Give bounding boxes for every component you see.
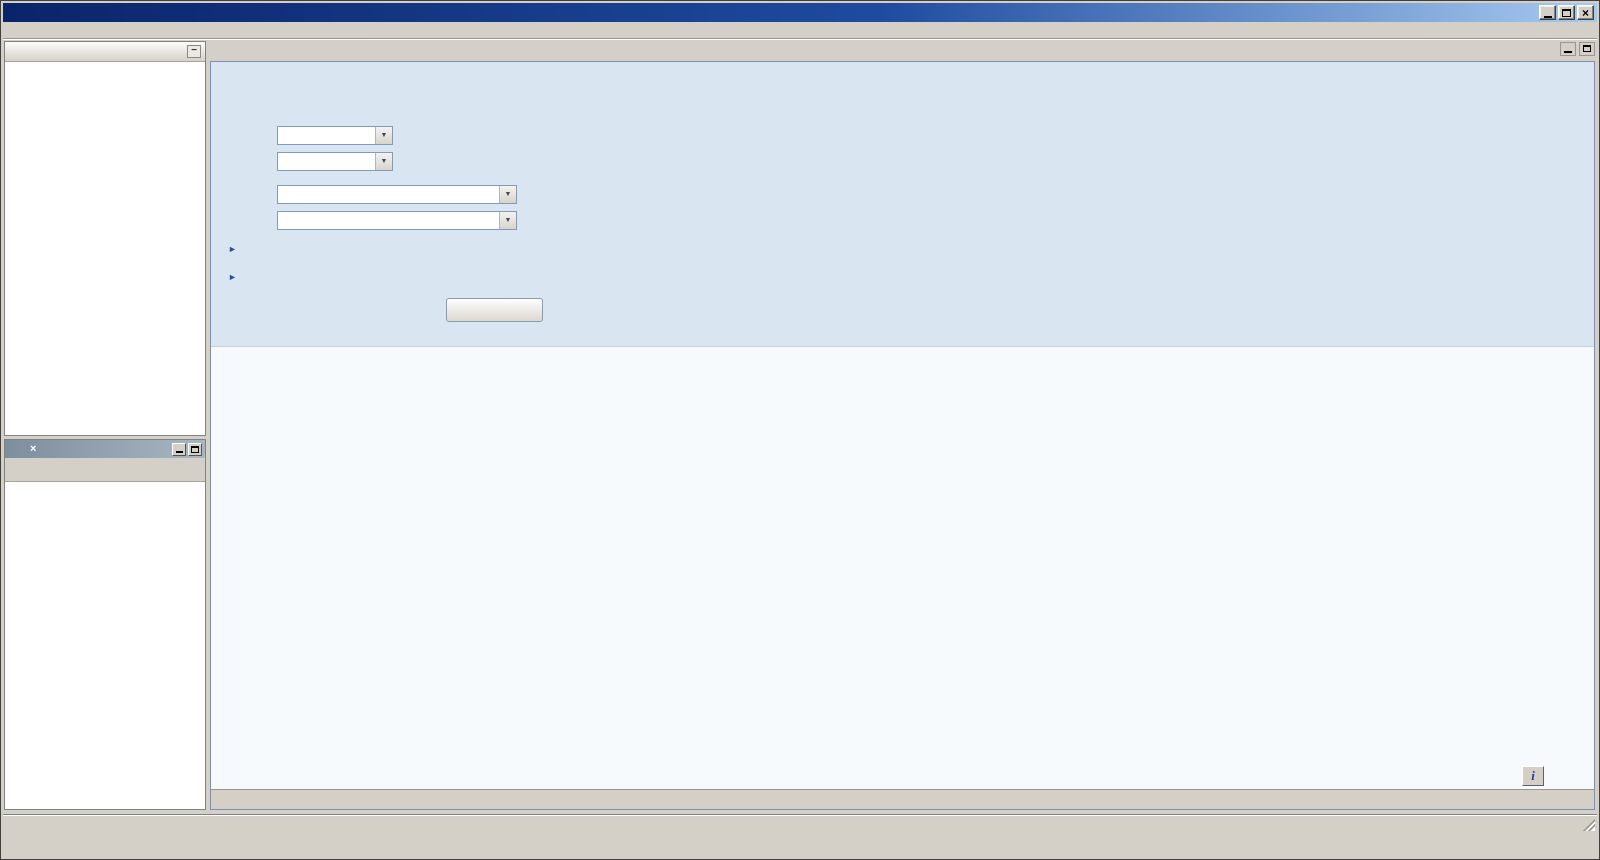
chevron-down-icon[interactable]: ▼ xyxy=(499,186,516,203)
booking-totals xyxy=(5,802,205,809)
mdi-minimize-button[interactable] xyxy=(1560,41,1576,56)
search-icon xyxy=(484,303,499,318)
car-icon xyxy=(225,73,281,107)
resize-grip[interactable] xyxy=(1583,819,1595,831)
page-header xyxy=(211,62,1594,118)
menubar xyxy=(3,22,1597,39)
chevron-down-icon[interactable]: ▼ xyxy=(499,212,516,229)
minimize-icon xyxy=(175,451,183,453)
minimize-icon xyxy=(1543,15,1552,18)
statusbar xyxy=(3,814,1597,834)
chevron-right-icon: ► xyxy=(228,272,237,282)
maximize-icon xyxy=(1562,8,1571,17)
main-content: ▼ ▼ ▼ ▼ ► ► i xyxy=(210,61,1595,810)
booking-rows xyxy=(5,482,205,490)
dropoff-location-select[interactable]: ▼ xyxy=(277,211,517,230)
chevron-right-icon: ► xyxy=(228,244,237,254)
pickup-at-select[interactable]: ▼ xyxy=(277,126,393,145)
app-window: { "window": {"title": "Interactive - Oce… xyxy=(0,0,1600,860)
mdi-restore-button[interactable] xyxy=(1579,41,1595,56)
booking-toolbar xyxy=(5,458,205,482)
booking-contents-header[interactable]: × xyxy=(5,440,205,458)
promotion-code-expander[interactable]: ► xyxy=(228,240,1594,258)
panel-maximize-button[interactable] xyxy=(188,442,202,456)
results-summary xyxy=(211,328,1594,346)
search-form: ▼ ▼ ▼ ▼ ► ► xyxy=(211,118,1594,328)
footer-tabs xyxy=(211,789,1594,809)
dropoff-at-select[interactable]: ▼ xyxy=(277,152,393,171)
results-area: i xyxy=(211,346,1594,789)
minimize-icon xyxy=(1564,51,1572,53)
app-icon xyxy=(6,6,20,20)
booking-contents-close-icon[interactable]: × xyxy=(30,443,36,455)
search-button[interactable] xyxy=(446,298,543,322)
sidebar-header: − xyxy=(5,42,205,62)
search-status-line: i xyxy=(211,763,1594,789)
restore-icon xyxy=(1583,45,1591,52)
close-button[interactable]: × xyxy=(1577,5,1594,20)
membership-number-expander[interactable]: ► xyxy=(228,268,1594,286)
palm-icon xyxy=(8,443,21,456)
panel-minimize-button[interactable] xyxy=(172,442,186,456)
chevron-down-icon[interactable]: ▼ xyxy=(375,153,392,170)
close-icon: × xyxy=(1581,5,1589,20)
pickup-location-select[interactable]: ▼ xyxy=(277,185,517,204)
info-button[interactable]: i xyxy=(1522,766,1544,786)
sidebar-collapse-button[interactable]: − xyxy=(187,45,201,58)
titlebar[interactable]: × xyxy=(3,3,1597,22)
chevron-down-icon[interactable]: ▼ xyxy=(375,127,392,144)
maximize-icon xyxy=(191,445,199,453)
sidebar-tree xyxy=(5,62,205,435)
booking-contents-panel: × xyxy=(4,439,206,810)
document-tabstrip xyxy=(210,38,1595,61)
sidebar-panel: − xyxy=(4,41,206,436)
minimize-button[interactable] xyxy=(1539,5,1556,20)
maximize-button[interactable] xyxy=(1558,5,1575,20)
